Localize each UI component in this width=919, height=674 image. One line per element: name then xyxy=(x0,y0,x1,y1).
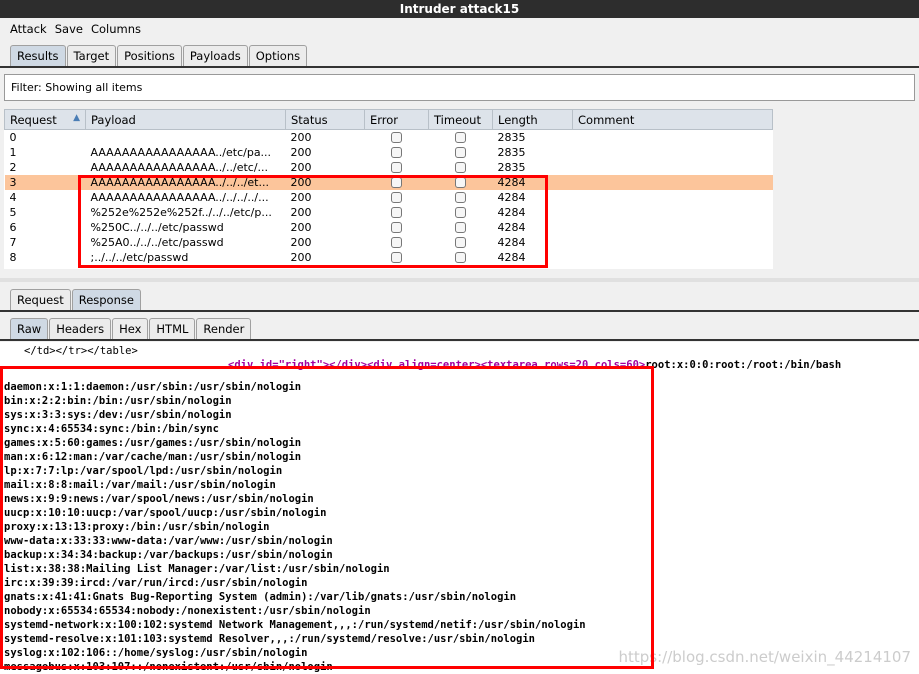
request-cell: 2 xyxy=(9,160,17,174)
highlight-box-response xyxy=(0,366,654,669)
timeout-checkbox[interactable] xyxy=(454,132,466,144)
request-cell: 5 xyxy=(9,205,17,219)
main-tabs: Results Target Positions Payloads Option… xyxy=(0,44,919,66)
window-title: Intruder attack15 xyxy=(0,0,919,18)
comment-cell[interactable] xyxy=(573,235,773,250)
request-cell: 3 xyxy=(4,174,86,190)
comment-cell[interactable] xyxy=(573,220,773,235)
menu-attack[interactable]: Attack xyxy=(10,22,47,36)
comment-cell[interactable] xyxy=(573,145,773,160)
tab-target[interactable]: Target xyxy=(66,45,117,66)
request-cell: 6 xyxy=(9,220,17,234)
timeout-checkbox[interactable] xyxy=(454,147,466,158)
length-cell: 2835 xyxy=(497,130,526,144)
highlight-box xyxy=(78,175,548,268)
filter-bar[interactable]: Filter: Showing all items xyxy=(4,74,915,101)
tab-options[interactable]: Options xyxy=(248,45,308,66)
request-cell: 0 xyxy=(9,130,17,144)
length-cell: 2835 xyxy=(497,160,526,174)
status-cell: 200 xyxy=(290,130,312,144)
tab-html[interactable]: HTML xyxy=(149,318,196,339)
table-row[interactable]: 0 200 2835 xyxy=(5,130,773,145)
tab-render[interactable]: Render xyxy=(196,318,252,339)
tab-hex[interactable]: Hex xyxy=(112,318,149,339)
tab-results[interactable]: Results xyxy=(10,45,66,66)
tab-raw[interactable]: Raw xyxy=(10,318,49,339)
error-checkbox[interactable] xyxy=(390,147,402,158)
request-cell: 1 xyxy=(9,145,17,159)
view-tabs: Raw Headers Hex HTML Render xyxy=(0,317,252,339)
tab-response[interactable]: Response xyxy=(71,289,141,310)
column-header-comment[interactable]: Comment xyxy=(572,109,773,130)
request-cell: 4 xyxy=(9,190,17,204)
column-header-error[interactable]: Error xyxy=(364,109,429,130)
column-header-timeout[interactable]: Timeout xyxy=(428,109,493,130)
timeout-checkbox[interactable] xyxy=(454,162,466,173)
payload-cell: AAAAAAAAAAAAAAAA../../etc/... xyxy=(90,160,269,174)
request-cell: 7 xyxy=(9,235,17,249)
sort-asc-icon: ▲ xyxy=(73,112,80,123)
error-checkbox[interactable] xyxy=(390,132,402,144)
comment-cell[interactable] xyxy=(573,160,773,175)
tab-payloads[interactable]: Payloads xyxy=(182,45,248,66)
comment-cell[interactable] xyxy=(573,130,773,145)
menu-columns[interactable]: Columns xyxy=(91,22,141,36)
request-cell: 8 xyxy=(9,250,17,264)
comment-cell[interactable] xyxy=(573,190,773,205)
column-header-request[interactable]: Request ▲ xyxy=(4,109,86,130)
tab-headers[interactable]: Headers xyxy=(49,318,112,339)
root-line: root:x:0:0:root:/root:/bin/bash xyxy=(645,359,842,371)
column-header-status[interactable]: Status xyxy=(285,109,365,130)
column-header-length[interactable]: Length xyxy=(492,109,573,130)
menu-save[interactable]: Save xyxy=(55,22,83,36)
split-handle[interactable] xyxy=(0,278,919,282)
watermark: https://blog.csdn.net/weixin_44214107 xyxy=(618,648,911,666)
comment-cell[interactable] xyxy=(573,250,773,265)
status-cell: 200 xyxy=(290,160,312,174)
html-line-1: </td></tr></table> xyxy=(24,345,138,357)
column-label: Request xyxy=(10,112,57,127)
payload-cell xyxy=(86,130,286,145)
column-header-payload[interactable]: Payload xyxy=(85,109,286,130)
error-checkbox[interactable] xyxy=(390,162,402,173)
comment-cell[interactable] xyxy=(573,205,773,220)
status-cell: 200 xyxy=(290,145,312,159)
menu-bar: Attack Save Columns xyxy=(0,18,919,40)
payload-cell: AAAAAAAAAAAAAAAA../etc/pa... xyxy=(90,145,272,159)
length-cell: 2835 xyxy=(497,145,526,159)
tab-request[interactable]: Request xyxy=(10,289,71,310)
reqresp-tabs: Request Response xyxy=(0,288,142,310)
table-row[interactable]: 1 AAAAAAAAAAAAAAAA../etc/pa... 200 2835 xyxy=(5,145,773,160)
comment-cell[interactable] xyxy=(572,174,773,190)
table-row[interactable]: 2 AAAAAAAAAAAAAAAA../../etc/... 200 2835 xyxy=(5,160,773,175)
tab-positions[interactable]: Positions xyxy=(117,45,182,66)
